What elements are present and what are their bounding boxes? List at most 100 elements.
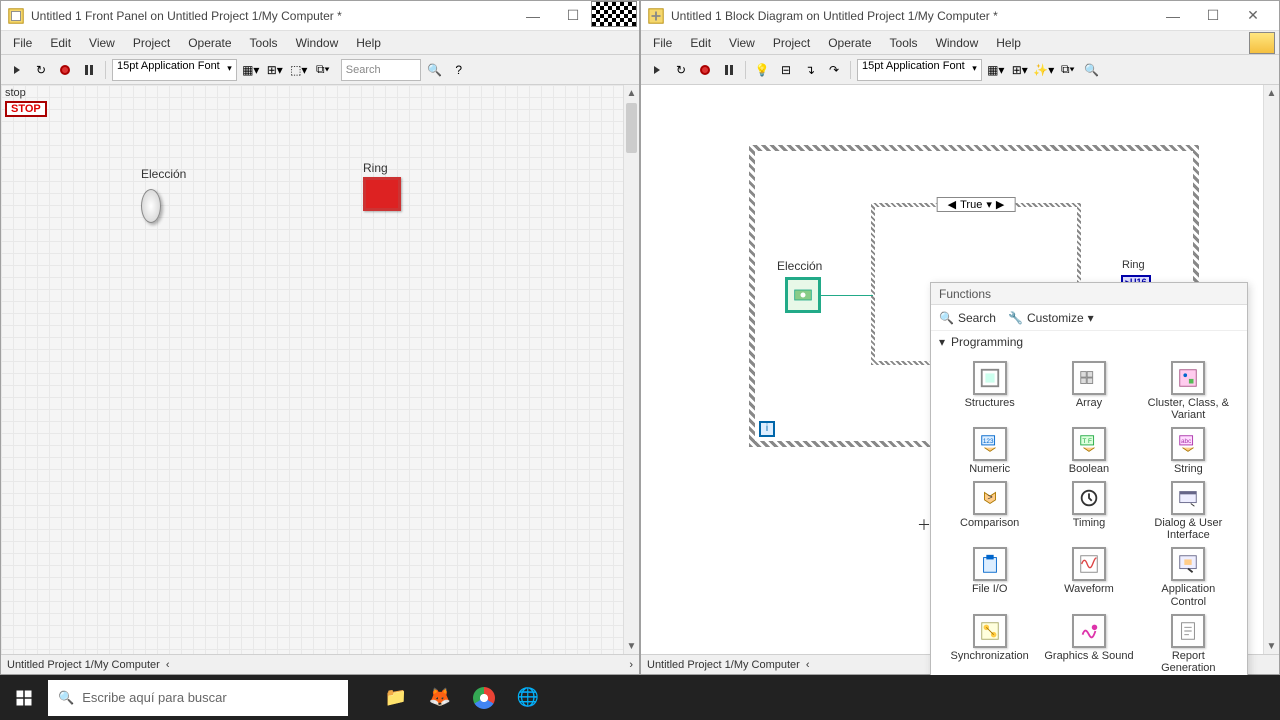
pause-button[interactable] bbox=[719, 60, 739, 80]
eleccion-switch[interactable] bbox=[141, 189, 161, 223]
palette-item-boolean[interactable]: T FBoolean bbox=[1042, 427, 1135, 475]
case-dropdown-icon[interactable]: ▾ bbox=[986, 198, 992, 211]
eleccion-terminal[interactable] bbox=[785, 277, 821, 313]
front-panel-canvas[interactable]: stop STOP Elección Ring ▲ ▼ bbox=[1, 85, 639, 654]
font-selector[interactable]: 15pt Application Font bbox=[112, 59, 237, 81]
cleanup-button[interactable]: ✨▾ bbox=[1034, 60, 1054, 80]
reorder-button[interactable]: ⧉▾ bbox=[1058, 60, 1078, 80]
palette-item-cluster[interactable]: Cluster, Class, & Variant bbox=[1142, 361, 1235, 421]
loop-iteration-icon[interactable]: i bbox=[759, 421, 775, 437]
highlight-button[interactable]: 💡 bbox=[752, 60, 772, 80]
ring-indicator[interactable] bbox=[363, 177, 401, 211]
wire[interactable] bbox=[821, 295, 873, 296]
step-into-button[interactable]: ↴ bbox=[800, 60, 820, 80]
menu-project[interactable]: Project bbox=[125, 32, 178, 54]
palette-item-structures[interactable]: Structures bbox=[943, 361, 1036, 421]
case-selector[interactable]: ◀ True ▾ ▶ bbox=[937, 197, 1016, 212]
crosshair-cursor-icon: ＋ bbox=[917, 515, 931, 535]
palette-item-appcontrol[interactable]: Application Control bbox=[1142, 547, 1235, 607]
menu-window[interactable]: Window bbox=[928, 32, 987, 54]
run-button[interactable] bbox=[7, 60, 27, 80]
palette-item-string[interactable]: abcString bbox=[1142, 427, 1235, 475]
menu-operate[interactable]: Operate bbox=[180, 32, 239, 54]
vertical-scrollbar[interactable]: ▲ ▼ bbox=[1263, 85, 1279, 654]
taskbar-edge-icon[interactable]: 🌐 bbox=[508, 678, 548, 718]
menu-tools[interactable]: Tools bbox=[882, 32, 926, 54]
start-button[interactable] bbox=[4, 678, 44, 718]
palette-item-graphics[interactable]: Graphics & Sound bbox=[1042, 614, 1135, 674]
menu-help[interactable]: Help bbox=[348, 32, 389, 54]
app-mini-icon[interactable] bbox=[1249, 32, 1275, 54]
palette-item-array[interactable]: Array bbox=[1042, 361, 1135, 421]
menu-file[interactable]: File bbox=[5, 32, 40, 54]
search-input[interactable]: Search bbox=[341, 59, 421, 81]
align-button[interactable]: ▦▾ bbox=[241, 60, 261, 80]
collapse-icon[interactable]: ▾ bbox=[939, 335, 945, 349]
maximize-button[interactable]: ☐ bbox=[1193, 1, 1233, 31]
menu-help[interactable]: Help bbox=[988, 32, 1029, 54]
abort-button[interactable] bbox=[55, 60, 75, 80]
taskbar: 🔍 Escribe aquí para buscar 📁 🦊 🌐 bbox=[0, 675, 1280, 720]
functions-palette[interactable]: Functions 🔍 Search 🔧 Customize▾ ▾ Progra… bbox=[930, 282, 1248, 720]
taskbar-firefox-icon[interactable]: 🦊 bbox=[420, 678, 460, 718]
palette-item-numeric[interactable]: 123Numeric bbox=[943, 427, 1036, 475]
distribute-button[interactable]: ⊞▾ bbox=[265, 60, 285, 80]
font-selector[interactable]: 15pt Application Font bbox=[857, 59, 982, 81]
status-chevron-icon[interactable]: ‹ bbox=[166, 659, 170, 671]
menu-operate[interactable]: Operate bbox=[820, 32, 879, 54]
taskbar-app1-icon[interactable] bbox=[552, 678, 592, 718]
menu-window[interactable]: Window bbox=[288, 32, 347, 54]
reorder-button[interactable]: ⧉▾ bbox=[313, 60, 333, 80]
palette-item-fileio[interactable]: File I/O bbox=[943, 547, 1036, 607]
menu-project[interactable]: Project bbox=[765, 32, 818, 54]
taskbar-chrome-icon[interactable] bbox=[464, 678, 504, 718]
run-cont-button[interactable]: ↻ bbox=[671, 60, 691, 80]
maximize-button[interactable]: ☐ bbox=[553, 1, 593, 31]
toolbar: ↻ 15pt Application Font ▦▾ ⊞▾ ⬚▾ ⧉▾ Sear… bbox=[1, 55, 639, 85]
palette-item-report[interactable]: Report Generation bbox=[1142, 614, 1235, 674]
menu-file[interactable]: File bbox=[645, 32, 680, 54]
palette-search-button[interactable]: 🔍 Search bbox=[939, 311, 996, 325]
case-next-icon[interactable]: ▶ bbox=[996, 198, 1004, 211]
align-button[interactable]: ▦▾ bbox=[986, 60, 1006, 80]
menu-view[interactable]: View bbox=[721, 32, 763, 54]
run-cont-button[interactable]: ↻ bbox=[31, 60, 51, 80]
distribute-button[interactable]: ⊞▾ bbox=[1010, 60, 1030, 80]
vertical-scrollbar[interactable]: ▲ ▼ bbox=[623, 85, 639, 654]
minimize-button[interactable]: — bbox=[513, 1, 553, 31]
search-icon[interactable]: 🔍 bbox=[1082, 60, 1102, 80]
close-button[interactable]: ✕ bbox=[1233, 1, 1273, 31]
palette-item-comparison[interactable]: >Comparison bbox=[943, 481, 1036, 541]
search-go-icon[interactable]: 🔍 bbox=[425, 60, 445, 80]
taskbar-labview-icon[interactable] bbox=[596, 678, 636, 718]
palette-item-timing[interactable]: Timing bbox=[1042, 481, 1135, 541]
menu-tools[interactable]: Tools bbox=[242, 32, 286, 54]
step-over-button[interactable]: ↷ bbox=[824, 60, 844, 80]
palette-category[interactable]: ▾ Programming bbox=[931, 331, 1247, 353]
palette-item-dialog[interactable]: Dialog & User Interface bbox=[1142, 481, 1235, 541]
taskbar-app2-icon[interactable] bbox=[640, 678, 680, 718]
taskbar-explorer-icon[interactable]: 📁 bbox=[376, 678, 416, 718]
taskbar-search-input[interactable]: 🔍 Escribe aquí para buscar bbox=[48, 680, 348, 716]
pause-button[interactable] bbox=[79, 60, 99, 80]
abort-button[interactable] bbox=[695, 60, 715, 80]
palette-item-waveform[interactable]: Waveform bbox=[1042, 547, 1135, 607]
stop-button[interactable]: STOP bbox=[5, 101, 47, 117]
status-chevron-right-icon[interactable]: › bbox=[629, 659, 633, 671]
palette-title: Functions bbox=[931, 283, 1247, 305]
case-prev-icon[interactable]: ◀ bbox=[948, 198, 956, 211]
palette-customize-button[interactable]: 🔧 Customize▾ bbox=[1008, 311, 1094, 325]
menu-edit[interactable]: Edit bbox=[682, 32, 719, 54]
minimize-button[interactable]: — bbox=[1153, 1, 1193, 31]
align-grid-icon[interactable] bbox=[591, 1, 637, 27]
resize-button[interactable]: ⬚▾ bbox=[289, 60, 309, 80]
help-icon[interactable]: ? bbox=[449, 60, 469, 80]
retain-wire-button[interactable]: ⊟ bbox=[776, 60, 796, 80]
status-chevron-icon[interactable]: ‹ bbox=[806, 659, 810, 671]
palette-item-sync[interactable]: Synchronization bbox=[943, 614, 1036, 674]
menu-edit[interactable]: Edit bbox=[42, 32, 79, 54]
titlebar: Untitled 1 Block Diagram on Untitled Pro… bbox=[641, 1, 1279, 31]
run-button[interactable] bbox=[647, 60, 667, 80]
palette-tools: 🔍 Search 🔧 Customize▾ bbox=[931, 305, 1247, 331]
menu-view[interactable]: View bbox=[81, 32, 123, 54]
